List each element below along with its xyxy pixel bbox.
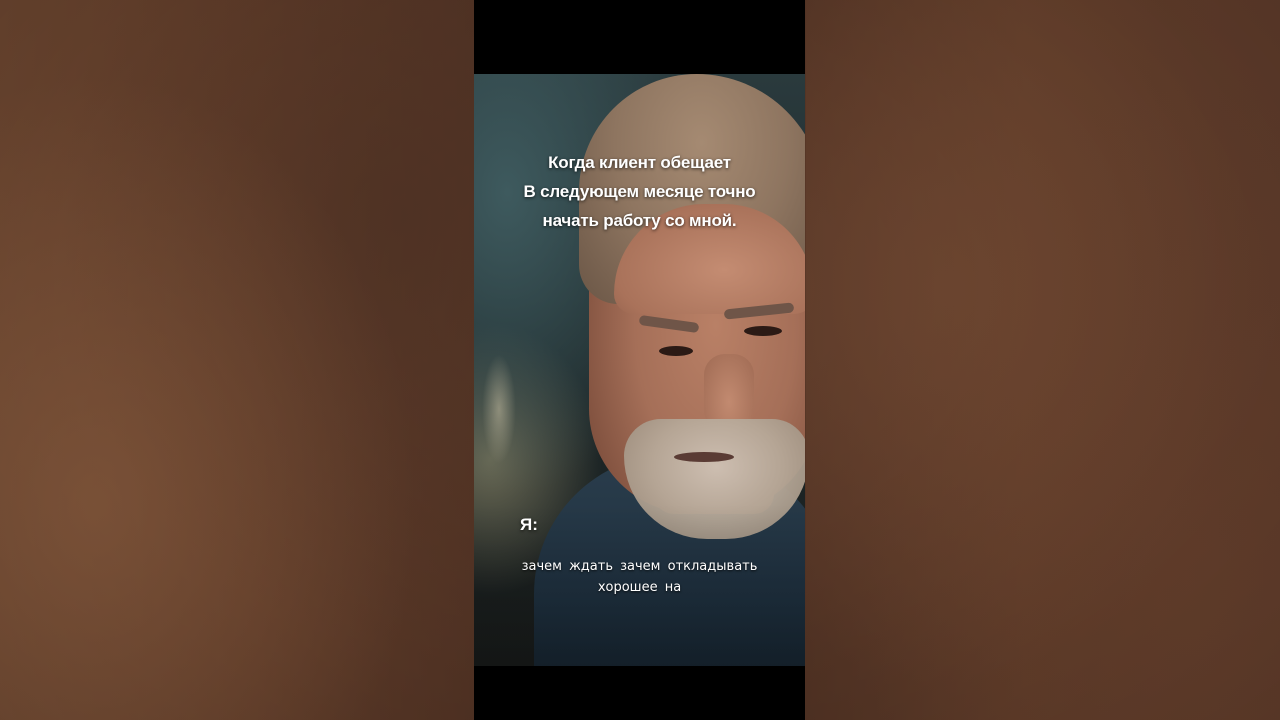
left-eye [659, 346, 693, 356]
blurred-background-right [806, 0, 1280, 720]
video-player-stage: Когда клиент обещает В следующем месяце … [0, 0, 1280, 720]
caption-line: Когда клиент обещает [548, 153, 731, 172]
caption-line: начать работу со мной. [542, 211, 737, 230]
caption-line: В следующем месяце точно [523, 182, 756, 201]
blurred-background-left [0, 0, 474, 720]
background-light [482, 354, 516, 464]
subtitle-line: зачем ждать зачем откладывать [521, 559, 758, 574]
mouth [674, 452, 734, 462]
meme-caption: Когда клиент обещает В следующем месяце … [474, 148, 805, 235]
video-subtitle: зачем ждать зачем откладывать хорошее на [474, 556, 805, 598]
right-eye [744, 326, 782, 336]
vertical-video-frame[interactable]: Когда клиент обещает В следующем месяце … [474, 0, 805, 720]
speaker-label: Я: [520, 515, 538, 534]
subtitle-line: хорошее на [597, 580, 682, 595]
